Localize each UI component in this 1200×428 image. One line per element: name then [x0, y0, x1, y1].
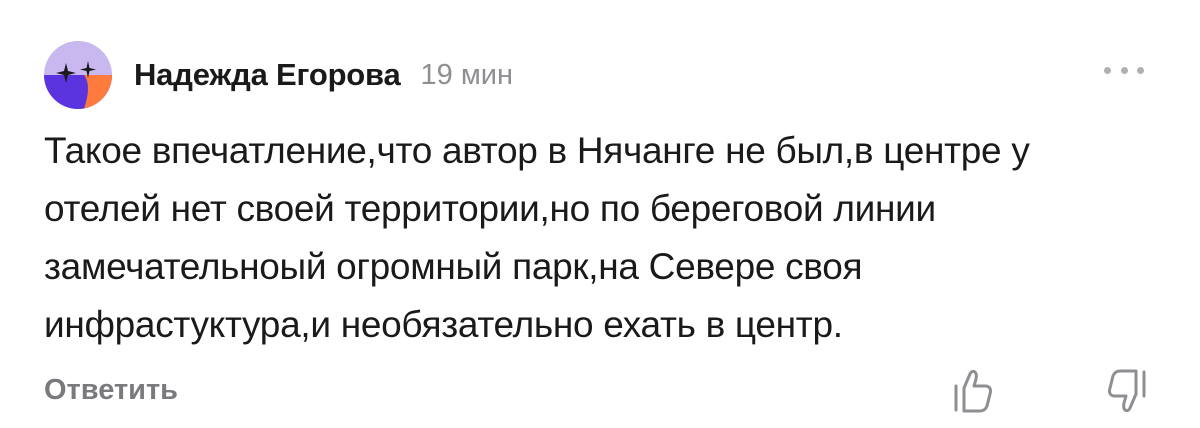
avatar-logo-icon: [44, 41, 112, 109]
avatar[interactable]: [44, 41, 112, 109]
like-button[interactable]: [950, 366, 996, 416]
reply-button[interactable]: Ответить: [44, 374, 178, 407]
comment-text-line: отелей нет своей территории,но по берего…: [44, 188, 936, 229]
comment-header: Надежда Егорова 19 мин: [44, 40, 513, 110]
more-dots-icon: [1104, 66, 1111, 74]
comment-text: Такое впечатление,что автор в Нячанге не…: [44, 122, 1154, 354]
comment-text-line: замечательноый огромный парк,на Севере с…: [44, 246, 863, 287]
comment-actions: Ответить: [44, 366, 1154, 416]
comment-text-line: инфрастуктура,и необязательно ехать в це…: [44, 304, 843, 345]
thumbs-up-icon: [954, 369, 992, 413]
author-name[interactable]: Надежда Егорова: [134, 57, 401, 93]
comment-card: Надежда Егорова 19 мин Такое впечатление…: [0, 0, 1200, 428]
comment-time: 19 мин: [420, 58, 513, 91]
thumbs-down-icon: [1108, 369, 1146, 413]
dislike-button[interactable]: [1104, 366, 1150, 416]
comment-text-line: Такое впечатление,что автор в Нячанге не…: [44, 130, 1030, 171]
more-options-button[interactable]: [1104, 58, 1144, 82]
more-dots-icon: [1120, 66, 1128, 74]
more-dots-icon: [1137, 66, 1144, 74]
